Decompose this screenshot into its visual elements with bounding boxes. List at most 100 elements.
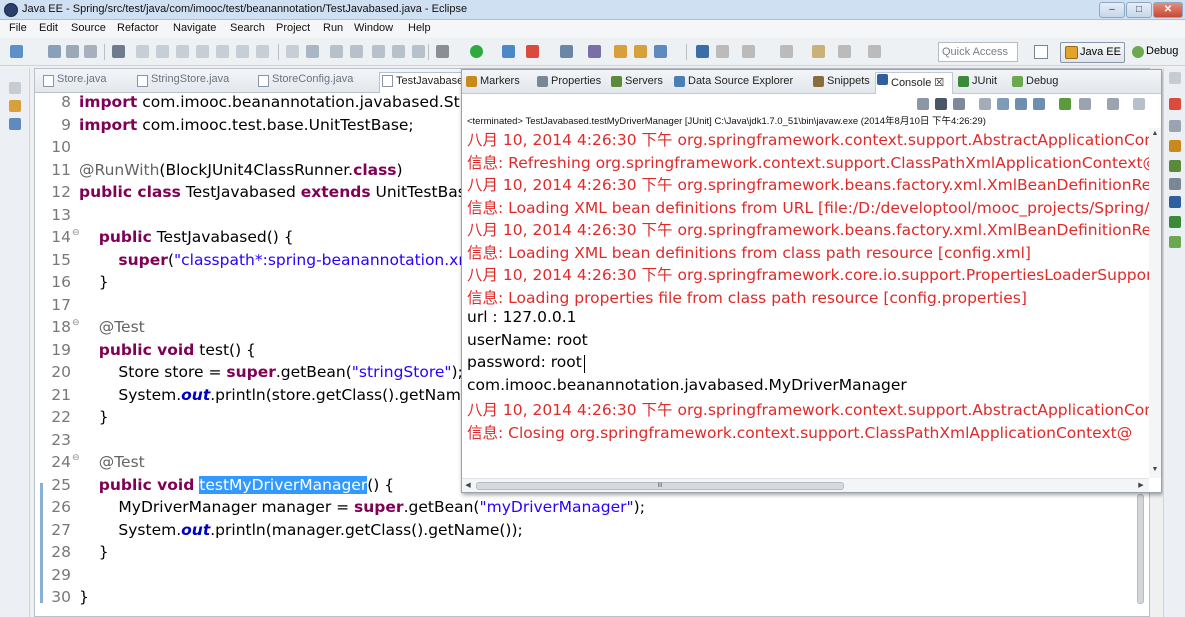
quick-access-input[interactable]: Quick Access [938,42,1018,62]
menu-navigate[interactable]: Navigate [173,22,216,34]
tab-junit[interactable]: JUnit [957,75,997,87]
coverage-icon[interactable] [526,45,539,58]
drop-frame-icon[interactable] [286,45,299,58]
tab-snippets[interactable]: Snippets [812,75,870,87]
task-list-icon[interactable] [1169,98,1181,110]
menu-file[interactable]: File [9,22,27,34]
skip-icon[interactable] [350,45,363,58]
inspect-icon[interactable] [412,45,425,58]
scroll-thumb[interactable]: III [476,482,844,490]
use-step-filters-icon[interactable] [306,45,319,58]
view-menu-icon[interactable] [1133,98,1145,110]
tab-testjavabased-java[interactable]: TestJavabased.java [379,72,465,93]
junit-view-icon[interactable] [1169,216,1181,228]
tab-debug[interactable]: Debug [1011,75,1058,87]
show-on-stdout-icon[interactable] [1015,98,1027,110]
scroll-lock-icon[interactable] [979,98,991,110]
close-button[interactable]: ✕ [1153,2,1183,18]
tab-servers[interactable]: Servers [610,75,663,87]
display-selected-console-icon[interactable] [1079,98,1091,110]
menu-source[interactable]: Source [71,22,106,34]
menu-refactor[interactable]: Refactor [117,22,159,34]
open-type-icon[interactable] [614,45,627,58]
restore-icon[interactable] [9,82,21,94]
outline-view-icon[interactable] [1169,120,1181,132]
history-icon[interactable] [868,45,881,58]
menu-edit[interactable]: Edit [39,22,58,34]
tab-properties[interactable]: Properties [536,75,601,87]
debug-view-icon[interactable] [1169,236,1181,248]
print-icon[interactable] [84,45,97,58]
save-icon[interactable] [48,45,61,58]
word-wrap-icon[interactable] [997,98,1009,110]
minimize-button[interactable]: – [1099,2,1125,18]
open-console-icon[interactable] [1107,98,1119,110]
code-line[interactable]: 29 [35,566,1149,589]
settings-icon[interactable] [436,45,449,58]
open-perspective-icon[interactable] [1034,45,1048,59]
code-line[interactable]: 30} [35,588,1149,611]
console-view-icon[interactable] [1169,196,1181,208]
step-into-icon[interactable] [216,45,229,58]
new-icon[interactable] [10,45,23,58]
tab-data-source[interactable]: Data Source Explorer [673,75,793,87]
resume-icon[interactable] [136,45,149,58]
external-tools-icon[interactable] [560,45,573,58]
search-icon[interactable] [654,45,667,58]
scroll-down-arrow[interactable]: ▼ [1149,464,1161,476]
pin-icon[interactable] [838,45,851,58]
restore-icon[interactable] [1169,72,1181,84]
maximize-button[interactable]: □ [1126,2,1152,18]
debug-icon[interactable] [502,45,515,58]
console-vertical-scrollbar[interactable]: ▲ ▼ [1149,128,1161,478]
tab-store-java[interactable]: Store.java [41,73,107,91]
scroll-right-arrow[interactable]: ▶ [1135,480,1147,492]
menu-search[interactable]: Search [230,22,265,34]
step-return-icon[interactable] [256,45,269,58]
menu-run[interactable]: Run [323,22,343,34]
open-task-icon[interactable] [634,45,647,58]
scroll-up-arrow[interactable]: ▲ [1149,128,1161,140]
menu-help[interactable]: Help [408,22,431,34]
forward-icon[interactable] [812,45,825,58]
tab-storeconfig-java[interactable]: StoreConfig.java [256,73,353,91]
next-annotation-icon[interactable] [696,45,709,58]
disconnect-icon[interactable] [196,45,209,58]
menu-project[interactable]: Project [276,22,310,34]
console-view[interactable]: Markers Properties Servers Data Source Expl… [461,69,1162,493]
step-over-icon[interactable] [236,45,249,58]
servers-view-icon[interactable] [1169,160,1181,172]
back-icon[interactable] [780,45,793,58]
properties-view-icon[interactable] [1169,178,1181,190]
skip-breakpoints-icon[interactable] [112,45,125,58]
save-all-icon[interactable] [66,45,79,58]
link-icon[interactable] [330,45,343,58]
menu-window[interactable]: Window [354,22,393,34]
perspective-debug-button[interactable]: Debug [1128,42,1185,63]
scroll-thumb[interactable] [1137,494,1144,604]
console-output[interactable]: 八月 10, 2014 4:26:30 下午 org.springframewo… [462,128,1149,478]
editor-vertical-scrollbar[interactable] [1135,484,1147,614]
show-on-stderr-icon[interactable] [1033,98,1045,110]
remove-all-icon[interactable] [935,98,947,110]
tab-stringstore-java[interactable]: StringStore.java [135,73,229,91]
new-java-class-icon[interactable] [588,45,601,58]
pin-console-icon[interactable] [1059,98,1071,110]
console-horizontal-scrollbar[interactable]: ◀ III ▶ [462,478,1149,492]
code-line[interactable]: 27 System.out.println(manager.getClass()… [35,521,1149,544]
markers-view-icon[interactable] [1169,140,1181,152]
prev-annotation-icon[interactable] [716,45,729,58]
open-console-icon[interactable] [372,45,385,58]
perspective-javaee-button[interactable]: Java EE [1060,42,1125,63]
scroll-left-arrow[interactable]: ◀ [462,480,474,492]
suspend-icon[interactable] [156,45,169,58]
code-line[interactable]: 26 MyDriverManager manager = super.getBe… [35,498,1149,521]
tab-markers[interactable]: Markers [465,75,520,87]
terminate-icon[interactable] [176,45,189,58]
remove-launch-icon[interactable] [917,98,929,110]
tab-console[interactable]: Console ☒ [875,72,953,94]
display-icon[interactable] [392,45,405,58]
run-icon[interactable] [470,45,483,58]
last-edit-icon[interactable] [742,45,755,58]
code-line[interactable]: 28 } [35,543,1149,566]
